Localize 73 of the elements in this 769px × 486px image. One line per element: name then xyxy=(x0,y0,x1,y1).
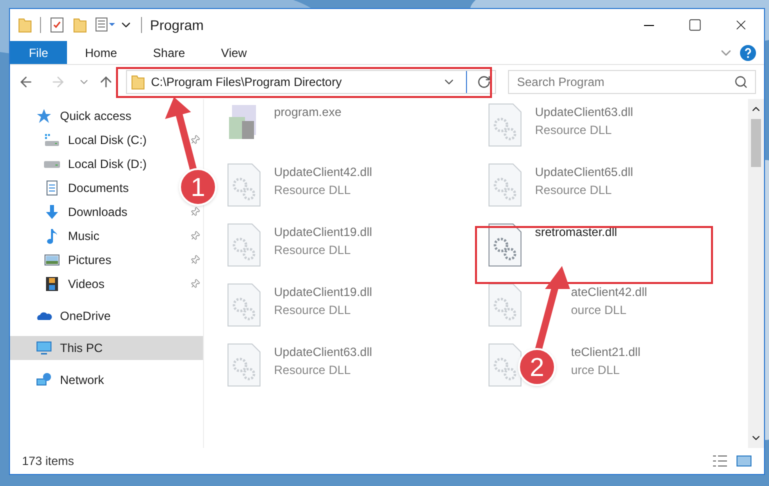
download-icon xyxy=(44,204,60,220)
file-type: ource DLL xyxy=(571,302,626,319)
nav-item[interactable]: Downloads xyxy=(10,200,136,224)
back-icon[interactable] xyxy=(18,74,34,90)
gear-file-icon xyxy=(487,283,523,327)
gear-file-icon xyxy=(226,163,262,207)
nav-item[interactable]: Local Disk (C:) xyxy=(10,128,155,152)
file-type: Resource DLL xyxy=(274,182,351,199)
gear-file-icon xyxy=(226,283,262,327)
address-field[interactable]: C:\Program Files\Program Directory xyxy=(126,70,496,94)
file-type: Resource DLL xyxy=(274,242,351,259)
forward-icon[interactable] xyxy=(50,74,66,90)
file-name[interactable]: sretromaster.dll xyxy=(535,223,618,241)
properties-icon xyxy=(95,17,115,33)
ribbon-tab[interactable]: Home xyxy=(67,41,136,64)
star-icon xyxy=(36,108,52,124)
gear-file-icon xyxy=(487,343,523,387)
drive-icon xyxy=(44,134,60,146)
ribbon-tab[interactable]: File xyxy=(10,41,67,64)
nav-item[interactable]: OneDrive xyxy=(10,304,119,328)
checklist-icon xyxy=(49,17,65,33)
gear-file-icon xyxy=(487,163,523,207)
file-name[interactable]: UpdateClient19.dll xyxy=(274,223,372,241)
large-icons-view-icon[interactable] xyxy=(736,453,752,469)
search-field[interactable]: Search Program xyxy=(508,70,756,94)
minimize-icon xyxy=(644,24,654,26)
nav-item[interactable]: Local Disk (D:) xyxy=(10,152,155,176)
folder-icon xyxy=(18,17,32,33)
file-name[interactable]: UpdateClient63.dll xyxy=(535,103,634,121)
address-path: C:\Program Files\Program Directory xyxy=(151,74,342,91)
file-name[interactable]: program.exe xyxy=(274,103,342,121)
gear-file-icon xyxy=(226,343,262,387)
nav-item[interactable]: Network xyxy=(10,368,112,392)
file-type: urce DLL xyxy=(571,362,620,379)
file-name[interactable]: UpdateClient42.dll xyxy=(274,163,372,181)
folder-icon xyxy=(131,74,145,90)
film-icon xyxy=(44,276,60,292)
nav-item[interactable]: Documents xyxy=(10,176,137,200)
file-type: Resource DLL xyxy=(274,362,351,379)
file-name[interactable]: teClient21.dll xyxy=(571,343,640,361)
picture-icon xyxy=(44,252,60,268)
maximize-icon xyxy=(688,18,702,32)
scrollbar[interactable] xyxy=(748,99,764,448)
up-icon[interactable] xyxy=(98,74,114,90)
gear-file-icon xyxy=(226,223,262,267)
scroll-thumb[interactable] xyxy=(751,119,761,167)
search-icon xyxy=(734,75,748,89)
nav-item[interactable]: Pictures xyxy=(10,248,120,272)
file-name[interactable]: UpdateClient19.dll xyxy=(274,283,372,301)
file-type: Resource DLL xyxy=(535,122,612,139)
item-count: 173 items xyxy=(22,453,74,470)
ribbon-tab[interactable]: Share xyxy=(135,41,204,64)
gear-file-icon xyxy=(487,223,523,267)
gear-file-icon xyxy=(487,103,523,147)
document-icon xyxy=(44,180,60,196)
network-icon xyxy=(36,372,52,388)
nav-item[interactable]: Videos xyxy=(10,272,112,296)
refresh-icon[interactable] xyxy=(477,75,491,89)
help-icon[interactable] xyxy=(740,44,756,60)
file-type: Resource DLL xyxy=(535,182,612,199)
file-name[interactable]: UpdateClient63.dll xyxy=(274,343,372,361)
file-type: Resource DLL xyxy=(274,302,351,319)
nav-item[interactable]: Quick access xyxy=(10,104,140,128)
window-title: Program xyxy=(150,16,204,35)
folder-icon xyxy=(73,17,87,33)
details-view-icon[interactable] xyxy=(712,453,728,469)
file-name[interactable]: UpdateClient65.dll xyxy=(535,163,634,181)
monitor-icon xyxy=(36,340,52,356)
drive-icon xyxy=(44,160,60,168)
nav-item[interactable]: This PC xyxy=(10,336,203,360)
ribbon-tab[interactable]: View xyxy=(203,41,265,64)
file-name[interactable]: ateClient42.dll xyxy=(571,283,648,301)
nav-item[interactable]: Music xyxy=(10,224,108,248)
